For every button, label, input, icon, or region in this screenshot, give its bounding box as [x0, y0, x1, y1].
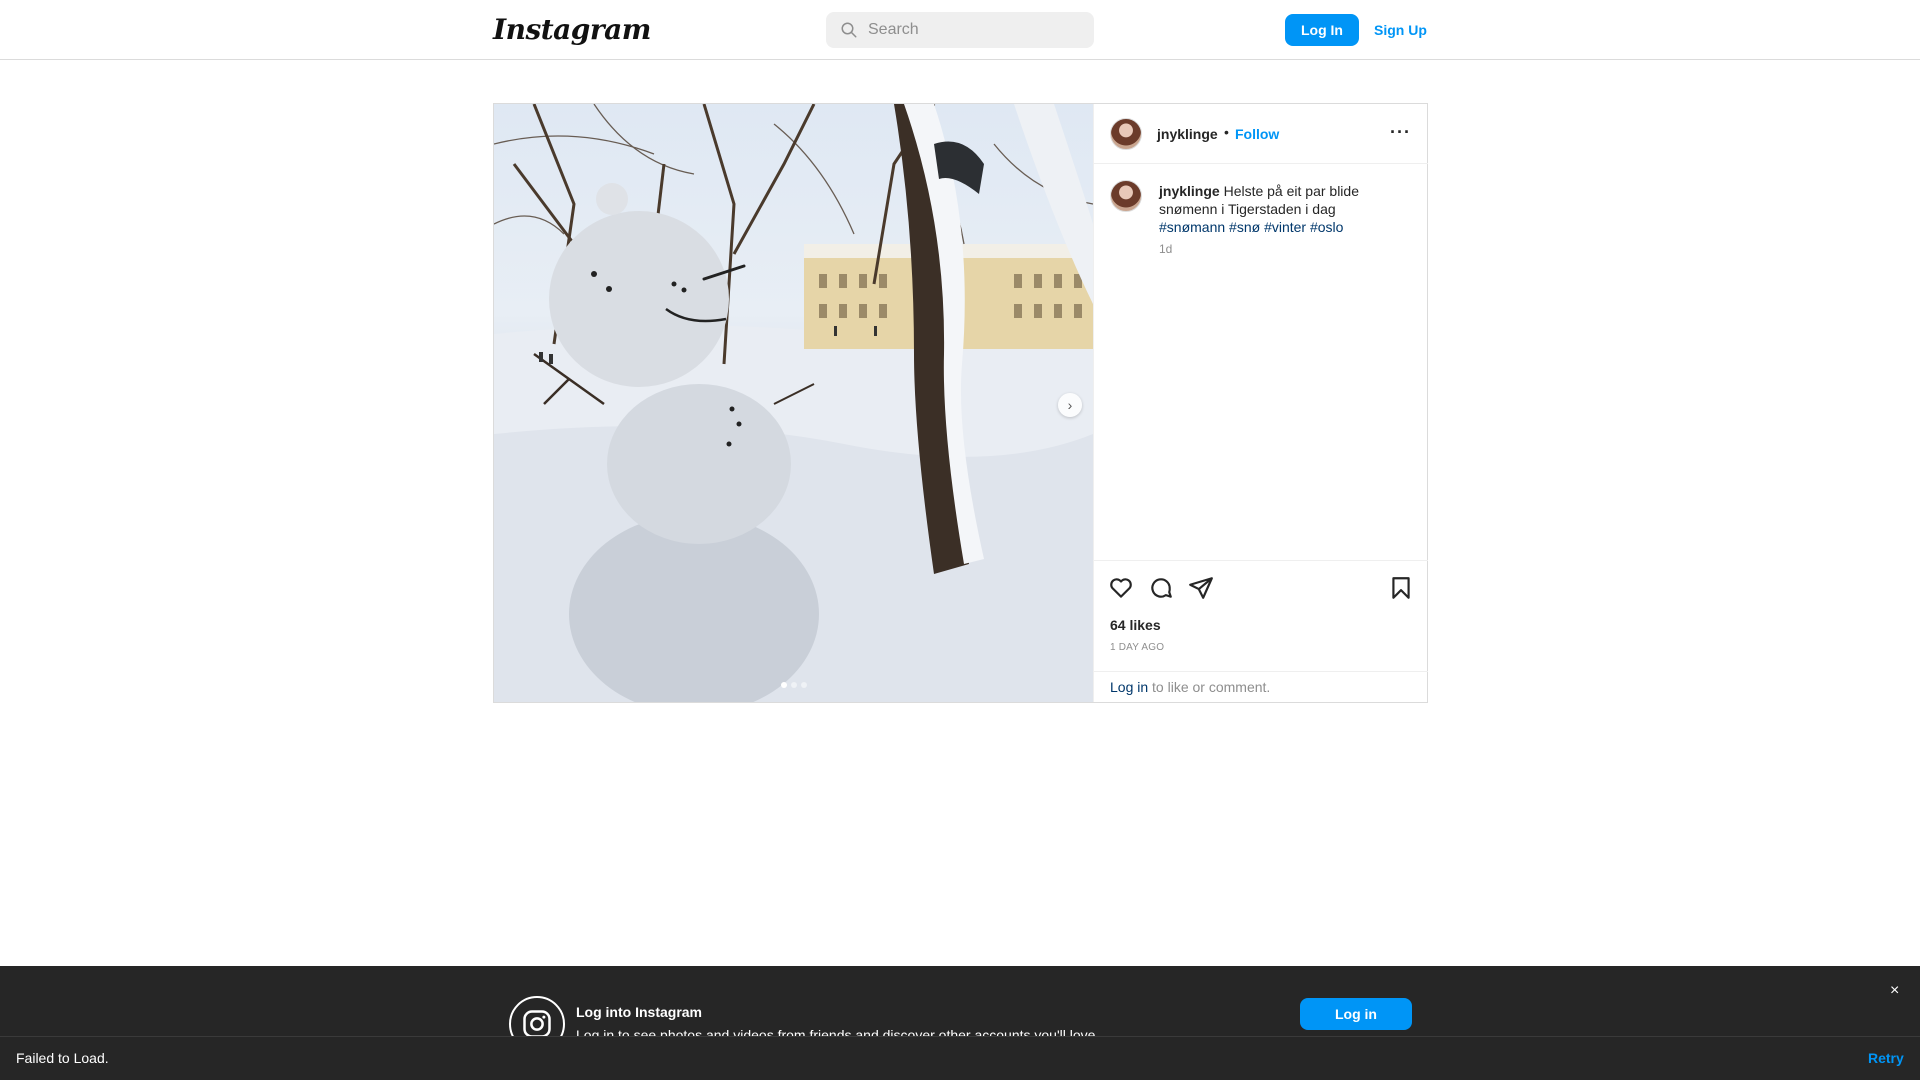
post-card: › jnyklinge • Follow ··· jnyklinge Helst… [493, 103, 1428, 703]
carousel-dot [801, 682, 807, 688]
retry-button[interactable]: Retry [1868, 1050, 1904, 1066]
login-link[interactable]: Log in [1110, 679, 1148, 695]
bookmark-icon[interactable] [1388, 575, 1414, 601]
search-input[interactable] [868, 21, 1088, 39]
separator-dot: • [1224, 124, 1229, 140]
login-prompt-text: to like or comment. [1148, 679, 1271, 695]
hashtag-link[interactable]: #snø [1229, 219, 1260, 235]
caption-username[interactable]: jnyklinge [1159, 183, 1220, 199]
more-options-icon[interactable]: ··· [1390, 122, 1411, 143]
next-image-button[interactable]: › [1058, 393, 1082, 417]
hashtag-link[interactable]: #vinter [1264, 219, 1306, 235]
caption-timestamp: 1d [1159, 242, 1173, 256]
signup-link[interactable]: Sign Up [1370, 14, 1431, 46]
comment-icon[interactable] [1148, 575, 1174, 601]
post-username[interactable]: jnyklinge [1157, 126, 1218, 142]
top-nav: Instagram Log In Sign Up [0, 0, 1920, 60]
likes-count[interactable]: 64 likes [1110, 617, 1161, 633]
banner-title: Log into Instagram [576, 1004, 702, 1020]
heart-icon[interactable] [1108, 575, 1134, 601]
post-timestamp: 1 DAY AGO [1110, 642, 1165, 653]
post-sidebar: jnyklinge • Follow ··· jnyklinge Helste … [1093, 104, 1428, 702]
login-button[interactable]: Log In [1285, 14, 1359, 46]
follow-button[interactable]: Follow [1235, 126, 1279, 142]
avatar[interactable] [1110, 180, 1142, 212]
search-bar[interactable] [826, 12, 1094, 48]
avatar[interactable] [1110, 118, 1142, 150]
carousel-dot [781, 682, 787, 688]
carousel-dot [791, 682, 797, 688]
toast-message: Failed to Load. [16, 1050, 109, 1066]
close-icon[interactable]: × [1890, 982, 1899, 1000]
search-icon [841, 22, 857, 38]
login-prompt: Log in to like or comment. [1094, 671, 1428, 702]
post-image[interactable]: › [494, 104, 1093, 702]
error-toast: Failed to Load. Retry [0, 1036, 1920, 1080]
caption-text: jnyklinge Helste på eit par blide snømen… [1159, 182, 1409, 236]
hashtag-link[interactable]: #snømann [1159, 219, 1225, 235]
banner-login-button[interactable]: Log in [1300, 998, 1412, 1030]
carousel-indicator [781, 682, 807, 688]
action-bar [1094, 560, 1428, 616]
hashtag-link[interactable]: #oslo [1310, 219, 1343, 235]
share-icon[interactable] [1188, 575, 1214, 601]
snowman-photo [494, 104, 1093, 702]
post-header: jnyklinge • Follow ··· [1094, 104, 1428, 164]
instagram-logo[interactable]: Instagram [493, 13, 651, 46]
